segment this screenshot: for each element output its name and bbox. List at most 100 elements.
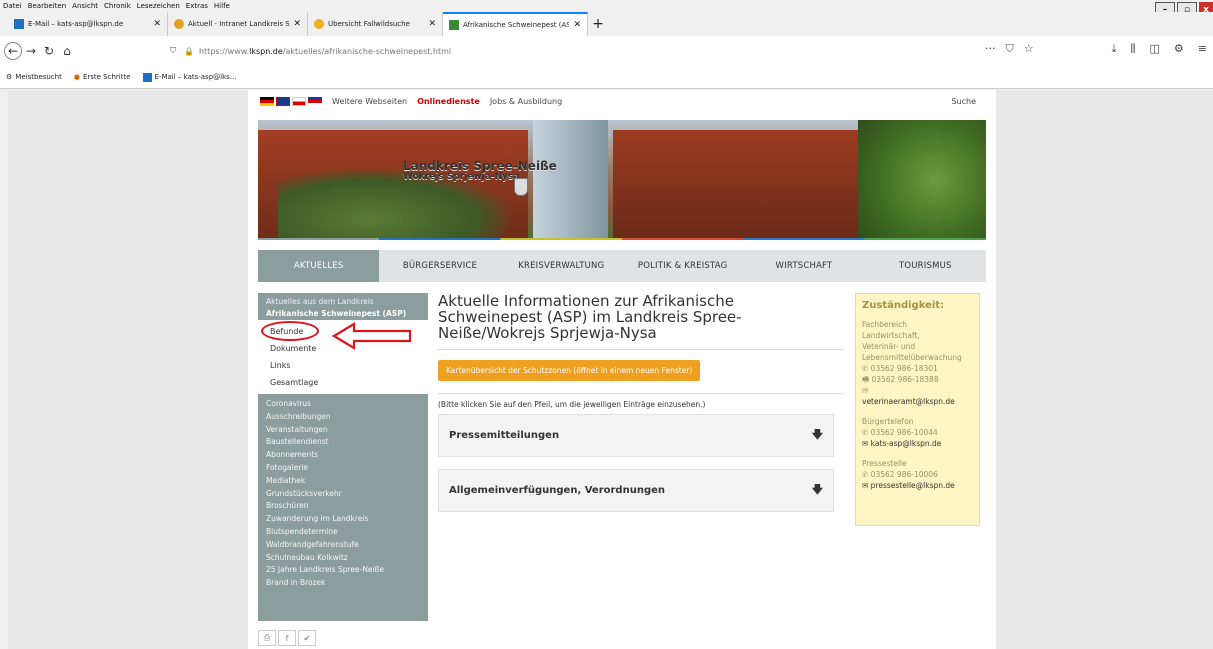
weitere-webseiten-link[interactable]: Weitere Webseiten [332,97,407,106]
bookmark-email[interactable]: E-Mail – kats-asp@lks... [142,72,236,82]
mail-icon: ✉ [862,386,869,395]
email-link[interactable]: veterinaeramt@lkspn.de [862,396,973,407]
close-tab-icon[interactable]: ✕ [428,19,436,29]
bookmark-meistbesucht[interactable]: ⚙ Meistbesucht [6,73,62,81]
url-bar[interactable]: ⛉ 🔒 https://www. lkspn.de/aktuelles/afrik… [170,40,1050,62]
menu-bearbeiten[interactable]: Bearbeiten [28,2,66,10]
home-button[interactable]: ⌂ [58,42,76,60]
tab-asp-active[interactable]: Afrikanische Schweinepest (AS ✕ [443,12,588,36]
facebook-icon[interactable]: f [278,630,296,646]
sidebar-item[interactable]: Veranstaltungen [258,424,428,437]
sidebar-item[interactable]: Baustellendienst [258,436,428,449]
menu-lesezeichen[interactable]: Lesezeichen [137,2,180,10]
pocket-icon[interactable]: ⛉ [1006,42,1014,56]
tab-title: Afrikanische Schweinepest (AS [463,21,570,29]
english-flag-icon[interactable] [276,96,290,106]
sidebar-item[interactable]: Ausschreibungen [258,411,428,424]
menu-hilfe[interactable]: Hilfe [214,2,230,10]
search-link[interactable]: Suche [951,97,976,106]
sidebar-item[interactable]: Coronavirus [258,398,428,411]
menu-ansicht[interactable]: Ansicht [72,2,98,10]
accordion-pressemitteilungen[interactable]: Pressemitteilungen 🡇 [438,414,834,457]
bookmark-label: Erste Schritte [82,73,131,81]
twitter-icon[interactable]: ✔ [298,630,316,646]
sidebar-item[interactable]: Zuwanderung im Landkreis [258,513,428,526]
downloads-icon[interactable]: ⤓ [1112,42,1117,56]
library-icon[interactable]: ⫼ [1130,42,1135,56]
pressestelle-label: Pressestelle [862,459,907,468]
close-tab-icon[interactable]: ✕ [293,19,301,29]
divider [438,349,844,350]
german-flag-icon[interactable] [260,96,274,106]
sidebar-item[interactable]: Schulneubau Kolkwitz [258,552,428,565]
phone-number[interactable]: 03562 986-10006 [871,470,938,479]
nav-politik-kreistag[interactable]: POLITIK & KREISTAG [622,250,743,282]
accordion-allgemeinverfuegungen[interactable]: Allgemeinverfügungen, Verordnungen 🡇 [438,469,834,512]
sidebar-item[interactable]: Blutspendetermine [258,526,428,539]
menu-chronik[interactable]: Chronik [104,2,131,10]
menu-extras[interactable]: Extras [186,2,208,10]
bookmark-erste-schritte[interactable]: ● Erste Schritte [74,73,131,81]
reload-button[interactable]: ↻ [40,42,58,60]
intranet-icon [174,19,184,29]
sidebar-item[interactable]: Grundstücksverkehr [258,488,428,501]
nav-wirtschaft[interactable]: WIRTSCHAFT [743,250,864,282]
sidebar-subitem-gesamtlage[interactable]: Gesamtlage [258,374,428,391]
schutzzonen-map-button[interactable]: Kartenübersicht der Schutzzonen (öffnet … [438,360,701,381]
menu-bar: Datei Bearbeiten Ansicht Chronik Lesezei… [0,0,1213,12]
accordion-label: Allgemeinverfügungen, Verordnungen [449,485,666,496]
sidebar-item[interactable]: Abonnements [258,449,428,462]
jobs-link[interactable]: Jobs & Ausbildung [490,97,562,106]
close-tab-icon[interactable]: ✕ [573,20,581,30]
lock-icon: 🔒 [184,46,194,56]
nav-aktuelles[interactable]: AKTUELLES [258,250,380,282]
sidebar-item[interactable]: 25 Jahre Landkreis Spree-Neiße [258,564,428,577]
new-tab-button[interactable]: + [588,12,608,36]
sorbian-flag-icon[interactable] [308,96,322,106]
color-strip [258,238,986,240]
sidebar-item[interactable]: Mediathek [258,475,428,488]
print-icon[interactable]: ⎙ [258,630,276,646]
gear-icon: ⚙ [6,73,13,81]
phone-number[interactable]: 03562 986-10044 [871,428,938,437]
email-link[interactable]: pressestelle@lkspn.de [871,481,955,490]
main-navigation: AKTUELLES BÜRGERSERVICE KREISVERWALTUNG … [258,250,986,282]
menu-datei[interactable]: Datei [3,2,22,10]
sidebar-item[interactable]: Fotogalerie [258,462,428,475]
buergertelefon-label: Bürgertelefon [862,417,914,426]
sidebar-item[interactable]: Waldbrandgefahrenstufe [258,539,428,552]
tab-intranet[interactable]: Aktuell - Intranet Landkreis Spr ✕ [168,12,308,36]
tab-email[interactable]: E-Mail – kats-asp@lkspn.de ✕ [8,12,168,36]
sidebar-subitem-links[interactable]: Links [258,357,428,374]
sidebar-item[interactable]: Broschüren [258,500,428,513]
hamburger-menu-icon[interactable]: ≡ [1198,42,1207,56]
nav-kreisverwaltung[interactable]: KREISVERWALTUNG [501,250,622,282]
onlinedienste-link[interactable]: Onlinedienste [417,97,480,106]
language-flags [260,96,322,106]
dept-line: Veterinär- und [862,342,916,351]
page-actions-icon[interactable]: ··· [985,42,996,56]
polish-flag-icon[interactable] [292,96,306,106]
nav-tourismus[interactable]: TOURISMUS [865,250,986,282]
sidebar-item[interactable]: Brand in Brozek [258,577,428,590]
arrow-down-icon[interactable]: 🡇 [812,426,823,445]
sidebar-item-aktuelles[interactable]: Aktuelles aus dem Landkreis [258,296,428,308]
close-tab-icon[interactable]: ✕ [153,19,161,29]
sidebar-icon[interactable]: ◫ [1150,42,1160,56]
bookmark-star-icon[interactable]: ☆ [1024,42,1034,56]
sidebar-item-asp[interactable]: Afrikanische Schweinepest (ASP) [258,308,428,320]
header-banner-image: Landkreis Spree-Neiße Wokrejs Sprjewja-N… [258,120,986,240]
tab-fallwildsuche[interactable]: Übersicht Fallwildsuche ✕ [308,12,443,36]
url-actions: ··· ⛉ ☆ [985,42,1034,56]
phone-icon: ✆ [862,364,871,373]
site-icon [449,20,459,30]
phone-number[interactable]: 03562 986-18301 [871,364,938,373]
forward-button[interactable]: → [22,42,40,60]
nav-buergerservice[interactable]: BÜRGERSERVICE [379,250,500,282]
phone-icon: ✆ [862,470,871,479]
arrow-down-icon[interactable]: 🡇 [812,481,823,500]
back-button[interactable]: ← [4,42,22,60]
email-link[interactable]: kats-asp@lkspn.de [871,439,942,448]
extension-icon[interactable]: ⚙ [1174,42,1184,56]
